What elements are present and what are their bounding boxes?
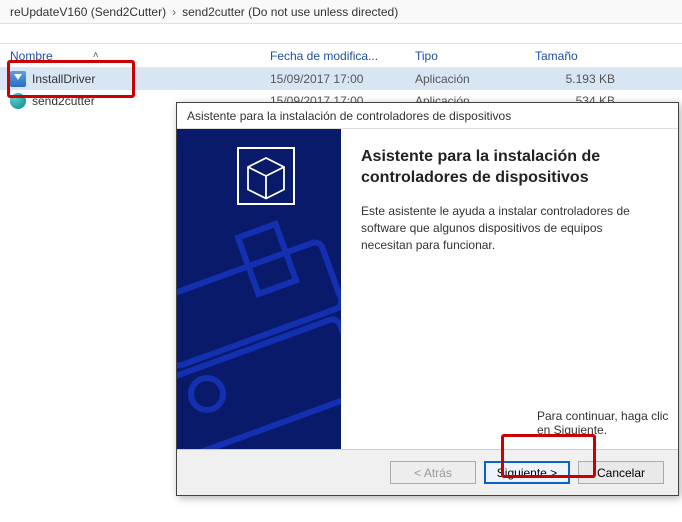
sort-indicator-icon: ˄ [93, 50, 99, 61]
wizard-body-text: Este asistente le ayuda a instalar contr… [361, 203, 654, 255]
column-header-name[interactable]: Nombre ˄ [0, 49, 260, 63]
file-type: Aplicación [405, 72, 525, 86]
column-header-size[interactable]: Tamaño [525, 49, 625, 63]
column-header-label: Nombre [10, 49, 53, 63]
driver-wizard-dialog: Asistente para la instalación de control… [176, 102, 679, 496]
application-icon [10, 71, 26, 87]
file-size: 5.193 KB [525, 72, 625, 86]
wizard-heading: Asistente para la instalación de control… [361, 147, 654, 189]
column-header-type[interactable]: Tipo [405, 49, 525, 63]
breadcrumb-seg-parent[interactable]: reUpdateV160 (Send2Cutter) [4, 5, 172, 19]
wizard-title-bar: Asistente para la instalación de control… [177, 103, 678, 129]
column-header-label: Tamaño [535, 49, 578, 63]
file-name: InstallDriver [32, 72, 95, 86]
column-header-date[interactable]: Fecha de modifica... [260, 49, 405, 63]
cancel-button[interactable]: Cancelar [578, 461, 664, 484]
application-icon [10, 93, 26, 109]
file-name: send2cutter [32, 94, 95, 108]
column-headers: Nombre ˄ Fecha de modifica... Tipo Tamañ… [0, 44, 682, 68]
wizard-sidebar-art [177, 129, 341, 449]
column-header-label: Fecha de modifica... [270, 49, 378, 63]
package-icon [237, 147, 295, 205]
wizard-continue-hint: Para continuar, haga clic en Siguiente. [537, 409, 678, 437]
file-row[interactable]: InstallDriver 15/09/2017 17:00 Aplicació… [0, 68, 682, 90]
toolbar-strip [0, 24, 682, 44]
breadcrumb-seg-current[interactable]: send2cutter (Do not use unless directed) [176, 5, 404, 19]
back-button: < Atrás [390, 461, 476, 484]
file-date: 15/09/2017 17:00 [260, 72, 405, 86]
breadcrumb[interactable]: reUpdateV160 (Send2Cutter) › send2cutter… [0, 0, 682, 24]
wizard-button-bar: < Atrás Siguiente > Cancelar [177, 449, 678, 495]
next-button[interactable]: Siguiente > [484, 461, 570, 484]
column-header-label: Tipo [415, 49, 438, 63]
